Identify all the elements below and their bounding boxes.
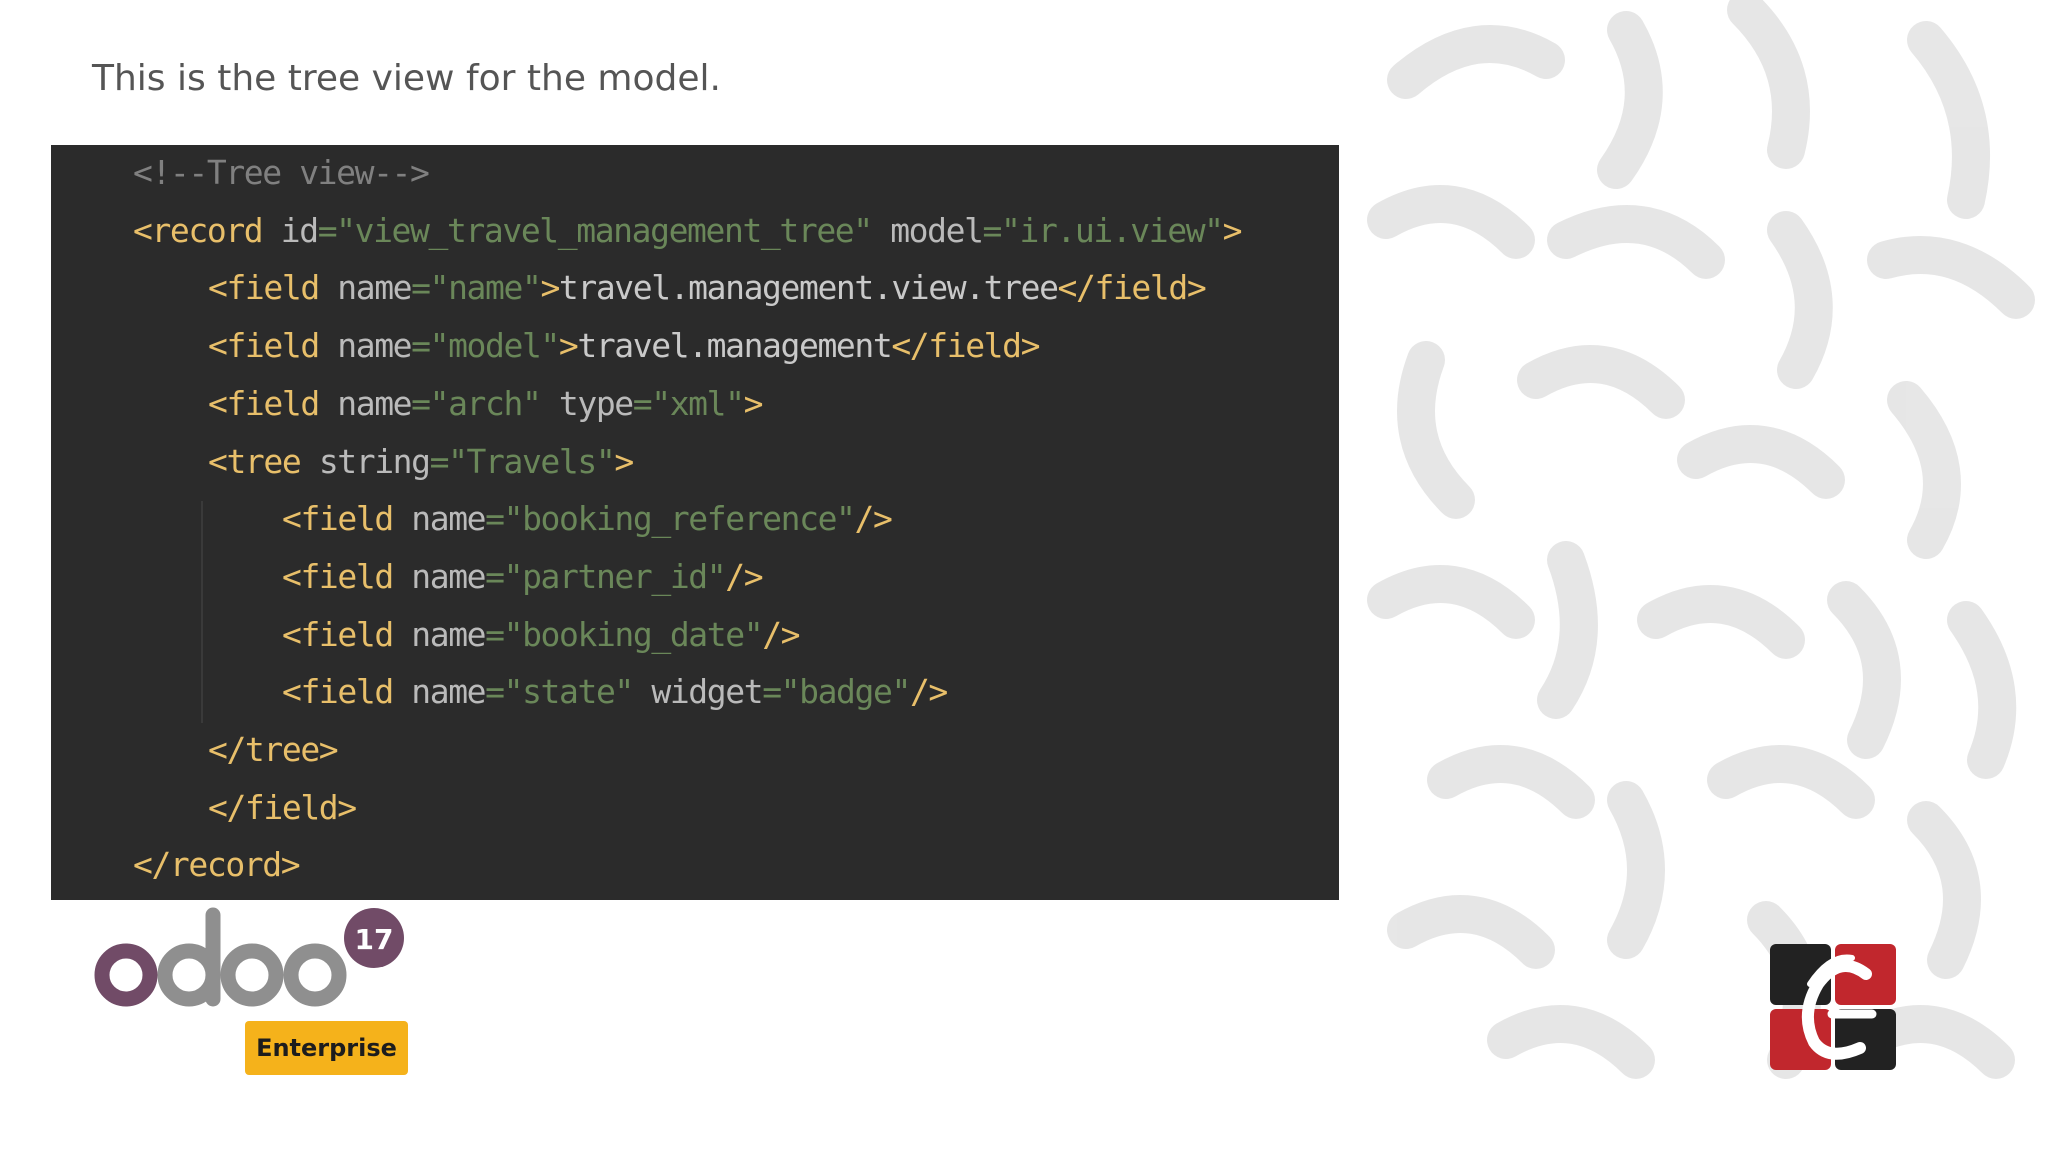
code-token: <field: [208, 326, 338, 366]
decorative-pattern-background: [1367, 0, 2035, 1079]
code-token: <field: [208, 268, 338, 308]
code-token: />: [762, 614, 800, 654]
code-token: />: [854, 499, 893, 539]
code-line: <field name="state" widget="badge"/>: [282, 670, 948, 714]
code-token: name: [337, 383, 412, 423]
code-token: <field: [282, 672, 412, 712]
code-token: name: [411, 614, 486, 654]
code-token: <field: [282, 556, 412, 596]
code-line: <field name="partner_id"/>: [282, 555, 764, 599]
code-token: </field>: [891, 326, 1040, 366]
code-token: =: [411, 326, 431, 366]
code-token: <!--Tree view-->: [133, 153, 430, 192]
version-badge: 17: [355, 923, 394, 956]
code-line: </field>: [208, 786, 357, 830]
code-token: model: [871, 210, 984, 250]
code-token: widget: [632, 672, 763, 712]
code-token: =: [485, 556, 505, 596]
code-token: "arch": [429, 383, 542, 423]
code-token: "badge": [780, 672, 912, 712]
code-block: <!--Tree view--> <record id="view_travel_…: [51, 145, 1339, 900]
code-token: =: [429, 441, 450, 481]
code-token: =: [485, 499, 505, 539]
code-line: <field name="model">travel.management</f…: [208, 324, 1040, 368]
code-token: </field>: [208, 787, 357, 827]
code-token: "ir.ui.view": [1001, 210, 1224, 250]
code-token: type: [540, 383, 634, 423]
code-token: />: [909, 672, 948, 712]
code-token: name: [411, 556, 486, 596]
code-token: string: [318, 441, 431, 481]
code-token: =: [632, 383, 653, 423]
code-token: name: [411, 499, 486, 539]
code-token: <field: [208, 383, 338, 423]
code-token: =: [982, 210, 1003, 250]
enterprise-badge: Enterprise: [245, 1021, 408, 1075]
code-line: <field name="arch" type="xml">: [208, 382, 764, 426]
code-token: =: [485, 672, 505, 712]
code-token: =: [485, 614, 505, 654]
code-token: />: [725, 556, 763, 596]
code-token: =: [762, 672, 782, 712]
code-line: <!--Tree view-->: [133, 151, 430, 195]
code-token: name: [337, 268, 412, 308]
code-token: "view_travel_management_tree": [336, 210, 873, 250]
code-token: </field>: [1057, 268, 1207, 308]
code-token: "model": [429, 326, 561, 366]
code-token: "Travels": [448, 441, 616, 481]
code-token: "name": [429, 268, 542, 308]
code-token: <field: [282, 614, 412, 654]
code-token: id: [280, 210, 319, 250]
indent-guide: [201, 501, 203, 723]
code-token: <field: [282, 499, 412, 539]
code-token: "booking_date": [503, 614, 764, 654]
code-line: <field name="name">travel.management.vie…: [208, 266, 1207, 310]
code-token: >: [1222, 210, 1243, 250]
code-line: <record id="view_travel_management_tree"…: [133, 209, 1243, 253]
code-line: </record>: [133, 843, 301, 887]
code-token: =: [411, 383, 431, 423]
code-token: travel.management.view.tree: [558, 268, 1059, 308]
code-token: "xml": [651, 383, 745, 423]
code-token: >: [558, 326, 579, 366]
code-token: "state": [503, 672, 635, 712]
company-logo: [1770, 944, 1896, 1070]
code-line: <field name="booking_date"/>: [282, 613, 801, 657]
code-token: <record: [133, 210, 281, 250]
code-token: "partner_id": [503, 556, 727, 596]
code-token: >: [614, 441, 634, 481]
code-token: =: [317, 210, 338, 250]
code-line: <field name="booking_reference"/>: [282, 497, 893, 541]
slide-caption: This is the tree view for the model.: [92, 58, 721, 99]
code-token: name: [337, 326, 412, 366]
code-token: >: [540, 268, 560, 308]
code-token: </record>: [133, 845, 301, 885]
code-token: =: [411, 268, 431, 308]
code-token: travel.management: [577, 326, 892, 366]
code-token: <tree: [208, 441, 319, 481]
code-token: name: [411, 672, 486, 712]
code-line: <tree string="Travels">: [208, 440, 634, 484]
code-token: "booking_reference": [503, 499, 856, 539]
code-token: </tree>: [208, 730, 339, 769]
code-line: </tree>: [208, 728, 339, 772]
code-token: >: [743, 383, 764, 423]
